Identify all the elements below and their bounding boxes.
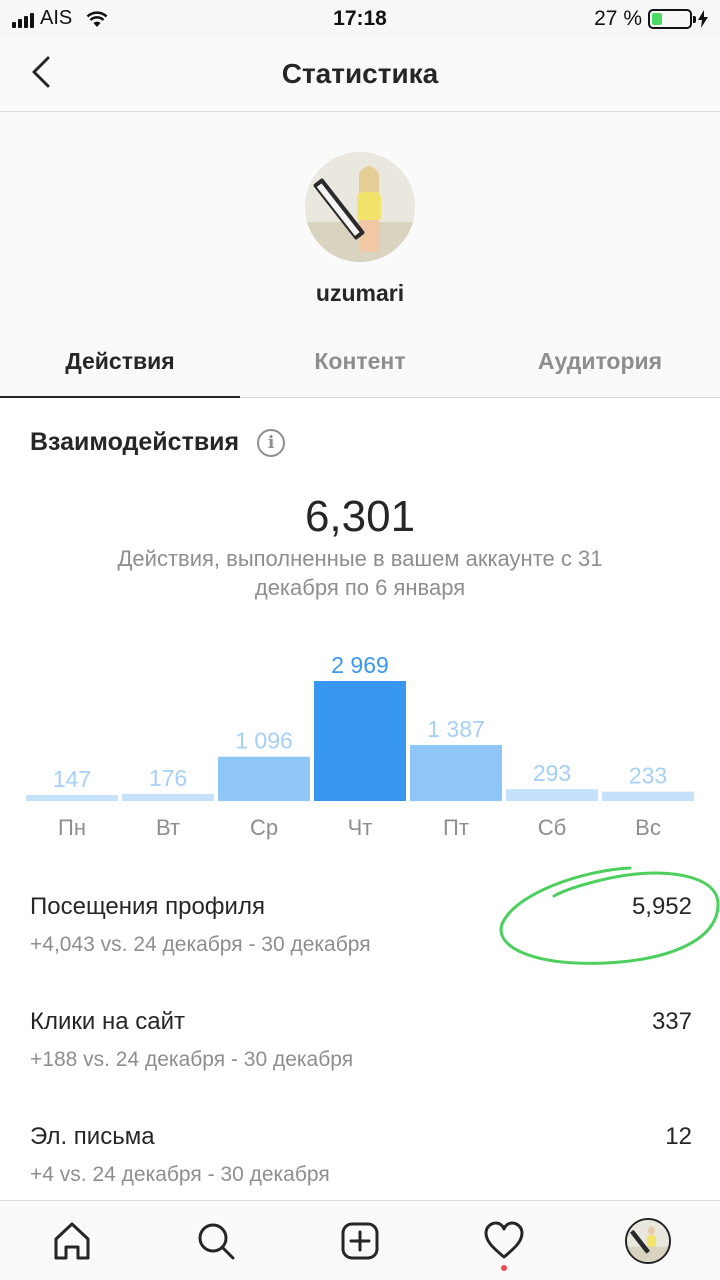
chart-value-label: 233 bbox=[629, 763, 667, 789]
metric-website-clicks[interactable]: Клики на сайт 337 +188 vs. 24 декабря - … bbox=[30, 1008, 692, 1108]
chart-category-label: Пн bbox=[58, 815, 86, 840]
tab-bar: Действия Контент Аудитория bbox=[0, 328, 720, 398]
chart-value-label: 1 387 bbox=[427, 716, 485, 742]
metric-value: 5,952 bbox=[631, 893, 692, 920]
metric-comparison: +188 vs. 24 декабря - 30 декабря bbox=[30, 1048, 354, 1071]
chart-value-label: 147 bbox=[53, 766, 91, 792]
interactions-bar-chart: 147 Пн 176 Вт 1 096 Ср 2 969 Чт 1 387 Пт 293 Сб 233 В… bbox=[26, 652, 694, 840]
chart-category-label: Пт bbox=[443, 815, 469, 840]
chart-value-label: 1 096 bbox=[235, 728, 293, 754]
profile-header: uzumari bbox=[0, 112, 720, 328]
status-right: 27 % bbox=[594, 7, 708, 31]
metric-value: 337 bbox=[651, 1008, 692, 1035]
battery-icon bbox=[648, 9, 696, 29]
chart-bar bbox=[506, 789, 598, 801]
metric-value: 12 bbox=[665, 1123, 692, 1150]
battery-percent: 27 % bbox=[594, 7, 642, 30]
avatar[interactable] bbox=[305, 152, 415, 262]
interactions-description: Действия, выполненные в вашем аккаунте с… bbox=[117, 546, 603, 600]
chart-bar bbox=[218, 756, 310, 801]
profile-username: uzumari bbox=[315, 280, 405, 306]
chart-category-label: Вс bbox=[635, 815, 661, 840]
metric-comparison: +4 vs. 24 декабря - 30 декабря bbox=[30, 1163, 330, 1186]
status-bar: AIS 17:18 27 % bbox=[0, 0, 720, 38]
chart-bar bbox=[314, 681, 406, 801]
chart-value-label: 176 bbox=[149, 765, 187, 791]
metric-label: Клики на сайт bbox=[30, 1008, 185, 1035]
chart-bar bbox=[122, 793, 214, 801]
chart-category-label: Сб bbox=[538, 815, 567, 840]
bottom-nav bbox=[0, 1200, 720, 1280]
metric-label: Посещения профиля bbox=[30, 893, 265, 920]
search-icon[interactable] bbox=[186, 1211, 246, 1271]
chart-category-label: Ср bbox=[250, 815, 278, 840]
chart-bar bbox=[602, 791, 694, 801]
notification-dot bbox=[501, 1264, 507, 1271]
charging-bolt-icon bbox=[698, 10, 708, 28]
interactions-total: 6,301 bbox=[304, 492, 416, 541]
battery-fill bbox=[652, 13, 662, 25]
metric-label: Эл. письма bbox=[30, 1123, 155, 1150]
mini-avatar bbox=[625, 1217, 671, 1264]
tab-actions[interactable]: Действия bbox=[0, 328, 240, 398]
avatar-photo bbox=[305, 152, 415, 262]
info-icon[interactable]: i bbox=[257, 428, 286, 457]
nav-header: Статистика bbox=[0, 38, 720, 112]
chart-category-label: Чт bbox=[348, 815, 373, 840]
chart-value-label: 2 969 bbox=[331, 652, 389, 678]
chart-category-label: Вт bbox=[156, 815, 180, 840]
tab-audience[interactable]: Аудитория bbox=[480, 328, 720, 397]
metric-comparison: +4,043 vs. 24 декабря - 30 декабря bbox=[30, 933, 371, 956]
section-title: Взаимодействия i bbox=[30, 428, 286, 457]
chart-value-label: 293 bbox=[533, 760, 571, 786]
add-post-icon[interactable] bbox=[330, 1211, 390, 1271]
chart-bar bbox=[410, 744, 502, 801]
profile-avatar-icon[interactable] bbox=[618, 1211, 678, 1271]
metric-profile-visits[interactable]: Посещения профиля 5,952 +4,043 vs. 24 де… bbox=[30, 893, 692, 993]
home-icon[interactable] bbox=[42, 1211, 102, 1271]
interactions-title: Взаимодействия bbox=[30, 428, 240, 456]
page-title: Статистика bbox=[281, 58, 439, 89]
chart-bar bbox=[26, 795, 118, 801]
tab-content[interactable]: Контент bbox=[240, 328, 480, 397]
heart-icon[interactable] bbox=[474, 1211, 534, 1271]
